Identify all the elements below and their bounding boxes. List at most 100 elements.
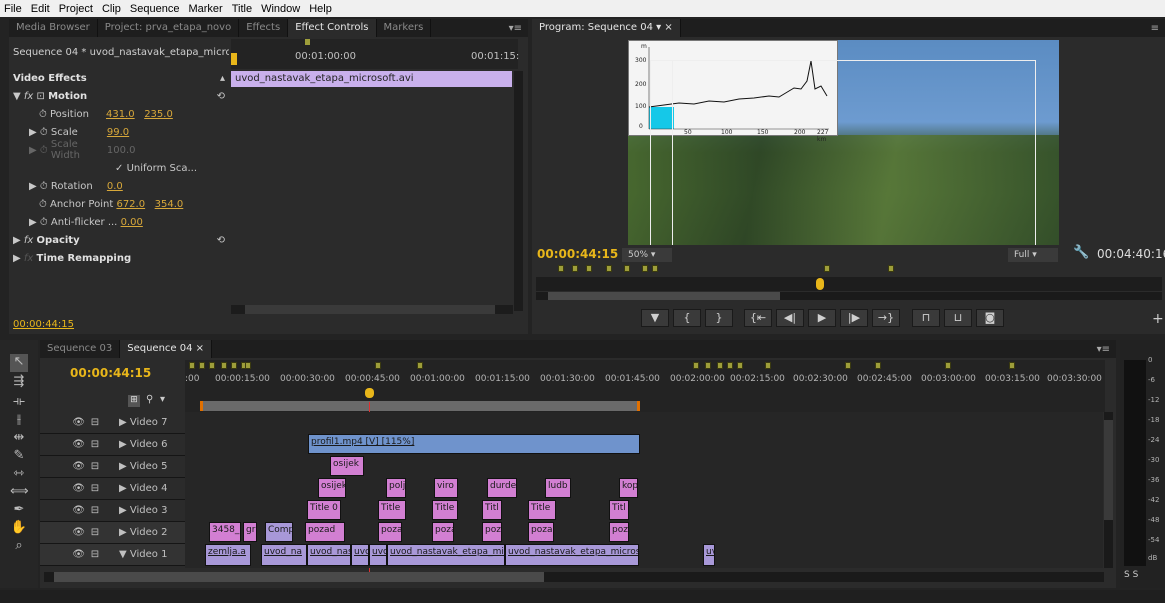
close-icon[interactable]: × <box>196 343 204 354</box>
menu-window[interactable]: Window <box>261 3 300 15</box>
lock-icon[interactable]: ⊟ <box>85 417 105 428</box>
ec-hscrollbar[interactable] <box>231 305 513 314</box>
clip-poz-a[interactable]: poz <box>482 522 502 542</box>
clip-polj[interactable]: polj <box>386 478 406 498</box>
menu-project[interactable]: Project <box>59 3 93 15</box>
fx-icon[interactable]: fx <box>24 91 33 102</box>
stopwatch-icon[interactable]: ⏱ <box>40 181 48 192</box>
position-y-value[interactable]: 235.0 <box>144 109 173 120</box>
stopwatch-icon[interactable]: ⏱ <box>39 199 47 210</box>
clip-viro[interactable]: viro <box>434 478 458 498</box>
panel-menu-icon[interactable]: ≡ <box>1151 23 1165 34</box>
clip-poza-c[interactable]: poza <box>528 522 554 542</box>
tab-project[interactable]: Project: prva_etapa_novo <box>98 19 240 37</box>
go-to-in-button[interactable]: {⇤ <box>744 309 772 327</box>
stopwatch-icon[interactable]: ⏱ <box>39 109 47 120</box>
anchor-y-value[interactable]: 354.0 <box>155 199 184 210</box>
program-playhead-icon[interactable] <box>816 278 824 290</box>
anchor-x-value[interactable]: 672.0 <box>116 199 145 210</box>
collapse-icon[interactable]: ▴ <box>220 73 225 84</box>
add-marker-button[interactable]: ▼ <box>641 309 669 327</box>
clip-osijek-v4[interactable]: osijek <box>318 478 346 498</box>
clip-uvod-c[interactable]: uvc <box>351 544 369 566</box>
program-zoom-bar[interactable] <box>536 292 1162 300</box>
timeline-vscrollbar[interactable] <box>1104 412 1113 568</box>
program-timecode[interactable]: 00:00:44:15 <box>537 247 618 261</box>
clip-ludb[interactable]: ludb <box>545 478 571 498</box>
reset-icon[interactable]: ⟲ <box>217 235 225 246</box>
panel-menu-icon[interactable]: ▾≡ <box>1097 344 1116 355</box>
track-video-5[interactable]: 👁 ⊟ ▶ Video 5 <box>40 456 185 478</box>
disclosure-right-icon[interactable]: ▶ <box>13 253 21 264</box>
panel-menu-icon[interactable]: ▾≡ <box>509 23 528 34</box>
track-select-tool-icon[interactable]: ⇶ <box>10 374 28 392</box>
lock-icon[interactable]: ⊟ <box>85 549 105 560</box>
clip-comp[interactable]: Comp <box>265 522 293 542</box>
track-video-2[interactable]: 👁 ⊟ ▶ Video 2 <box>40 522 185 544</box>
position-x-value[interactable]: 431.0 <box>106 109 135 120</box>
clip-uvod-e[interactable]: uvod_nastavak_etapa_mic <box>387 544 505 566</box>
selection-tool-icon[interactable]: ↖ <box>10 354 28 372</box>
clip-kop[interactable]: kop <box>619 478 638 498</box>
reset-icon[interactable]: ⟲ <box>217 91 225 102</box>
dropdown-icon[interactable]: ▾ <box>656 22 661 33</box>
step-back-button[interactable]: ◀| <box>776 309 804 327</box>
menu-edit[interactable]: Edit <box>31 3 50 15</box>
clip-osijek-v5[interactable]: osijek <box>330 456 364 476</box>
lock-icon[interactable]: ⊟ <box>85 527 105 538</box>
stopwatch-icon[interactable]: ⏱ <box>40 127 48 138</box>
clip-title-v3b[interactable]: Title <box>378 500 406 520</box>
clip-uvod-b[interactable]: uvod_nas <box>307 544 351 566</box>
program-time-ruler[interactable] <box>536 277 1162 291</box>
disclosure-right-icon[interactable]: ▶ <box>29 217 37 228</box>
track-video-4[interactable]: 👁 ⊟ ▶ Video 4 <box>40 478 185 500</box>
lock-icon[interactable]: ⊟ <box>85 461 105 472</box>
tab-media-browser[interactable]: Media Browser <box>9 19 98 37</box>
eye-icon[interactable]: 👁 <box>40 527 85 538</box>
disclosure-right-icon[interactable]: ▶ <box>29 145 37 156</box>
tab-program[interactable]: Program: Sequence 04 ▾ × <box>532 19 681 37</box>
eye-icon[interactable]: 👁 <box>40 439 85 450</box>
opacity-row[interactable]: ▶ fx Opacity <box>13 235 80 246</box>
work-area-bar[interactable] <box>200 401 640 411</box>
antiflicker-value[interactable]: 0.00 <box>121 217 143 228</box>
tab-markers[interactable]: Markers <box>377 19 432 37</box>
clip-uvod-g[interactable]: uv <box>703 544 715 566</box>
clip-profil1[interactable]: profil1.mp4 [V] [115%] <box>308 434 640 454</box>
clip-uvod-f[interactable]: uvod_nastavak_etapa_micros <box>505 544 639 566</box>
ec-clip-bar[interactable]: uvod_nastavak_etapa_microsoft.avi <box>231 71 512 87</box>
clip-uvod-a[interactable]: uvod_na <box>261 544 307 566</box>
ec-playhead-icon[interactable] <box>231 53 237 65</box>
motion-row[interactable]: ▼ fx ⊡ Motion <box>13 91 87 102</box>
eye-icon[interactable]: 👁 <box>40 505 85 516</box>
track-video-6[interactable]: 👁 ⊟ ▶ Video 6 <box>40 434 185 456</box>
ripple-edit-tool-icon[interactable]: ⟛ <box>10 394 28 412</box>
tab-sequence-04[interactable]: Sequence 04 × <box>120 340 213 358</box>
ec-scrollbar[interactable] <box>514 71 523 311</box>
play-button[interactable]: ▶ <box>808 309 836 327</box>
step-forward-button[interactable]: |▶ <box>840 309 868 327</box>
clip-durde[interactable]: durde <box>487 478 517 498</box>
menu-marker[interactable]: Marker <box>188 3 222 15</box>
clip-poz-b[interactable]: poz <box>609 522 629 542</box>
disclosure-down-icon[interactable]: ▼ <box>13 91 21 102</box>
track-video-1[interactable]: 👁 ⊟ ▼ Video 1 <box>40 544 185 566</box>
clip-poza-a[interactable]: poza <box>378 522 402 542</box>
mark-in-button[interactable]: { <box>673 309 701 327</box>
checkbox-checked-icon[interactable]: ✓ <box>115 163 123 174</box>
tab-effect-controls[interactable]: Effect Controls <box>288 19 377 37</box>
quality-select[interactable]: Full ▾ <box>1008 248 1058 262</box>
program-video-frame[interactable]: m 300 200 100 0 50 100 150 200 227 km <box>628 40 1059 245</box>
stopwatch-icon[interactable]: ⏱ <box>40 217 48 228</box>
clip-uvod-d[interactable]: uvc <box>369 544 387 566</box>
clip-gr[interactable]: gr <box>243 522 257 542</box>
disclosure-right-icon[interactable]: ▶ <box>29 127 37 138</box>
timeline-hscrollbar[interactable] <box>44 572 1104 582</box>
clip-title-v3a[interactable]: Title 0 <box>307 500 341 520</box>
rotation-value[interactable]: 0.0 <box>107 181 123 192</box>
clip-title-v3d[interactable]: Titl <box>482 500 502 520</box>
add-marker-icon[interactable]: ⚲ <box>146 394 153 405</box>
timeline-ruler[interactable]: :00 00:00:15:00 00:00:30:00 00:00:45:00 … <box>185 360 1105 412</box>
menu-file[interactable]: File <box>4 3 22 15</box>
timeline-playhead-icon[interactable] <box>365 388 374 398</box>
